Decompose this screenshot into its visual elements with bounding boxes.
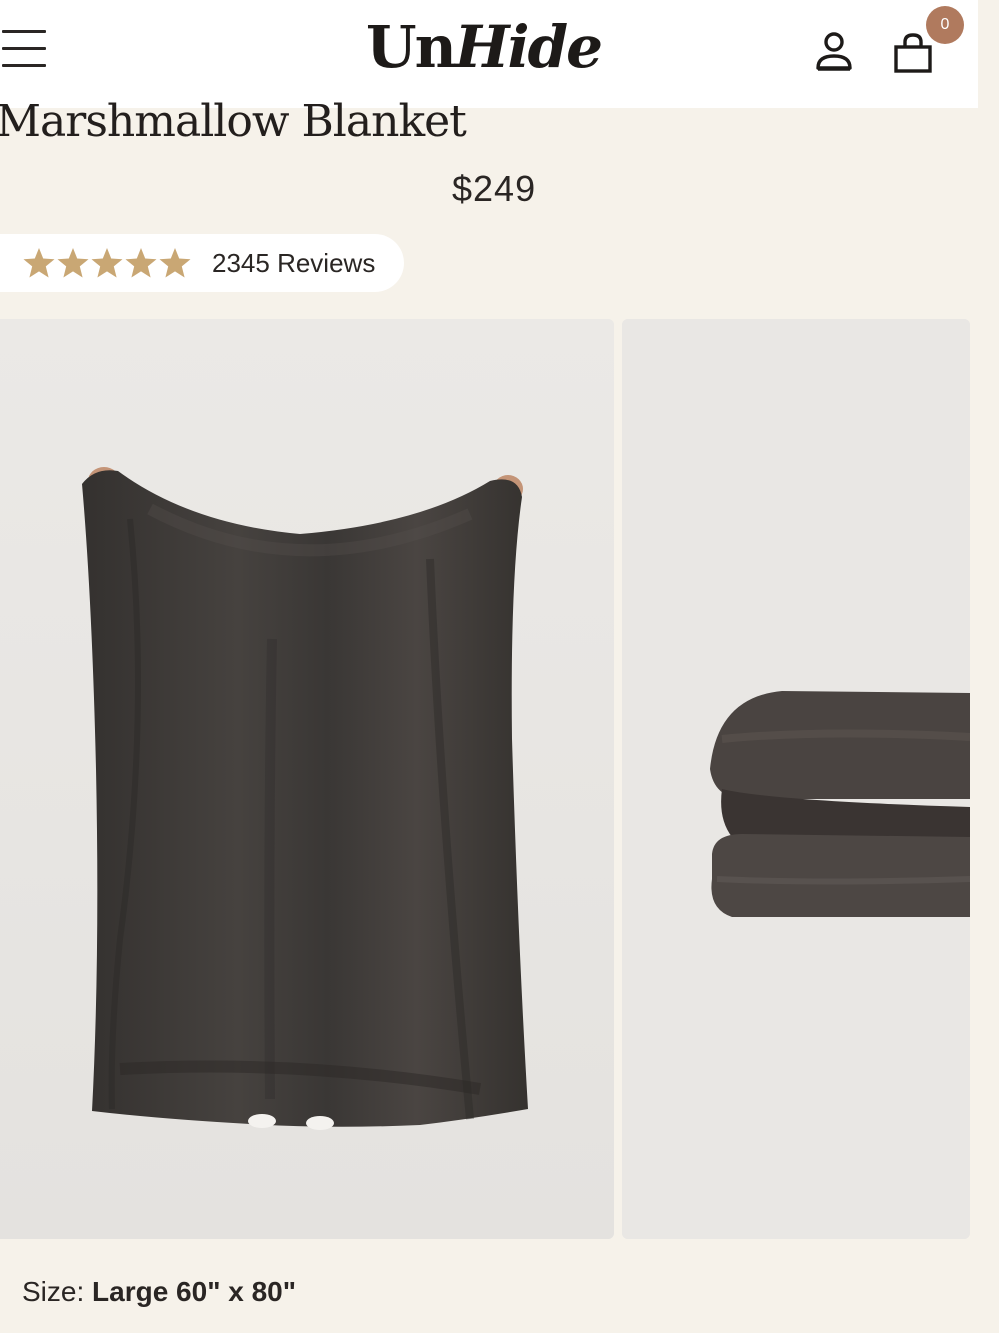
star-rating bbox=[22, 247, 192, 279]
product-title: Marshmallow Blanket bbox=[0, 96, 467, 147]
review-count-link[interactable]: 2345 Reviews bbox=[212, 248, 375, 279]
blanket-folded-image bbox=[622, 319, 970, 1239]
star-icon bbox=[125, 248, 157, 278]
size-value: Large 60" x 80" bbox=[92, 1276, 297, 1307]
brand-logo[interactable]: UnHide bbox=[366, 18, 603, 76]
star-icon bbox=[91, 248, 123, 278]
product-price: $249 bbox=[452, 168, 537, 209]
product-image-main[interactable] bbox=[0, 319, 614, 1239]
size-selector-label: Size: Large 60" x 80" bbox=[22, 1276, 296, 1308]
hamburger-menu-icon[interactable] bbox=[2, 26, 48, 72]
star-icon bbox=[159, 248, 191, 278]
star-icon bbox=[23, 248, 55, 278]
cart-count-badge: 0 bbox=[926, 6, 964, 44]
product-page: UnHide 0 Marshmallow Blanket $249 2345 R… bbox=[0, 0, 999, 1333]
star-icon bbox=[57, 248, 89, 278]
product-image-folded[interactable] bbox=[622, 319, 970, 1239]
shopping-bag-icon[interactable] bbox=[890, 30, 936, 76]
person-icon[interactable] bbox=[812, 28, 856, 76]
site-header: UnHide 0 bbox=[0, 0, 978, 108]
size-label: Size: bbox=[22, 1276, 85, 1307]
reviews-summary[interactable]: 2345 Reviews bbox=[0, 234, 404, 292]
blanket-held-image bbox=[0, 319, 614, 1239]
